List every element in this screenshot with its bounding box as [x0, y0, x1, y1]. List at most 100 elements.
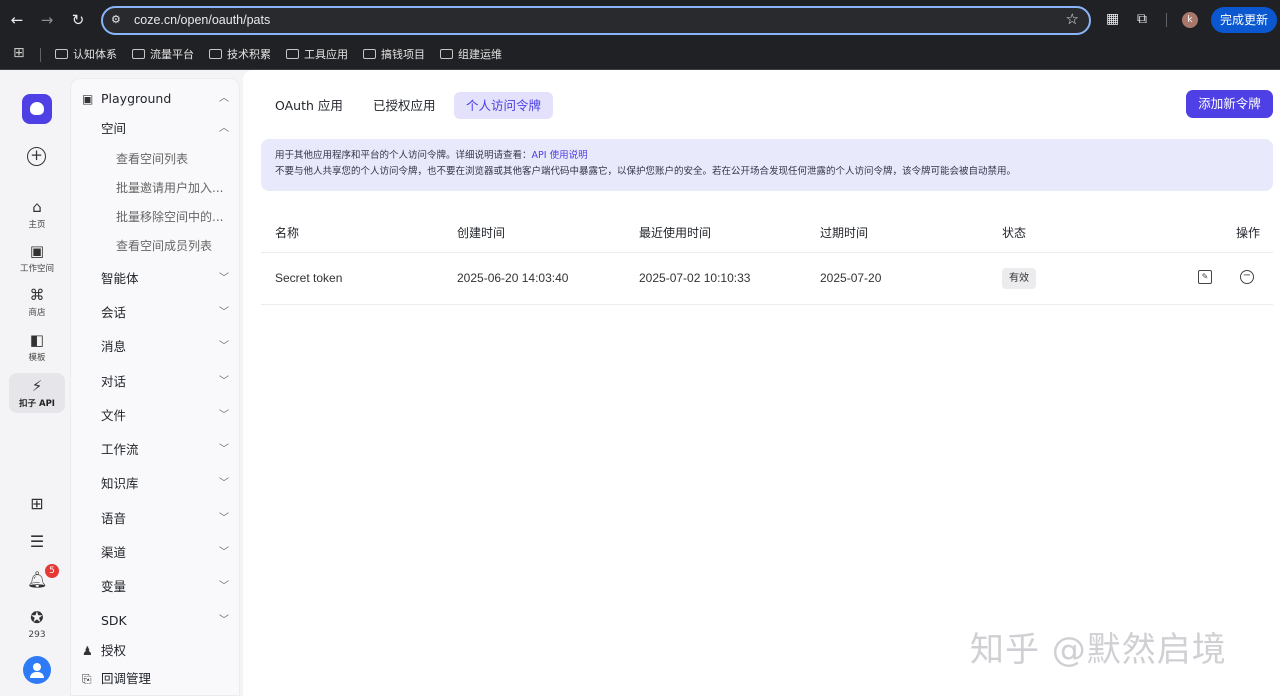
stamp-icon: ♟ [82, 644, 93, 658]
tree-section[interactable]: 文件 ﹀ [71, 405, 241, 427]
stat-count: 293 [28, 630, 46, 640]
token-name: Secret token [275, 271, 343, 285]
api-nav-tree: ▣ Playground ︿ 空间 ︿ 查看空间列表 批量邀请用户加入... 批… [70, 78, 240, 696]
reload-icon[interactable]: ↻ [68, 10, 88, 30]
folder-icon [55, 49, 68, 59]
status-badge: 有效 [1002, 268, 1036, 289]
add-token-button[interactable]: 添加新令牌 [1186, 90, 1273, 118]
bookmark-item[interactable]: 工具应用 [286, 46, 348, 62]
chevron-up-icon: ︿ [219, 93, 229, 104]
tree-auth[interactable]: ♟ 授权 [71, 640, 241, 662]
template-icon: ◧ [29, 331, 45, 349]
token-created: 2025-06-20 14:03:40 [457, 271, 569, 285]
tree-section[interactable]: SDK ﹀ [71, 610, 241, 632]
tree-section[interactable]: 工作流 ﹀ [71, 439, 241, 461]
bookmark-item[interactable]: 搞钱项目 [363, 46, 425, 62]
tab-personal-access-tokens[interactable]: 个人访问令牌 [454, 92, 554, 119]
disable-icon[interactable]: − [1240, 270, 1254, 284]
bookmark-star-icon[interactable]: ☆ [1066, 10, 1079, 28]
tab-oauth-apps[interactable]: OAuth 应用 [263, 92, 355, 119]
col-actions: 操作 [1236, 226, 1261, 240]
bookmark-item[interactable]: 认知体系 [55, 46, 117, 62]
callback-icon: ⎘ [82, 672, 92, 686]
table-row: Secret token 2025-06-20 14:03:40 2025-07… [261, 253, 1273, 305]
apps-grid-icon[interactable]: ⊞ [13, 45, 25, 61]
qr-code-icon[interactable]: ▦ [1106, 11, 1119, 27]
apps-grid-icon[interactable]: ⊞ [27, 494, 47, 513]
toolbar-divider [1166, 13, 1167, 27]
folder-icon [132, 49, 145, 59]
forward-icon[interactable]: → [37, 10, 57, 30]
bookmarks-bar: ⊞ 认知体系 流量平台 技术积累 工具应用 搞钱项目 组建运维 [0, 40, 1280, 70]
chevron-down-icon: ﹀ [219, 615, 229, 626]
store-icon: ⌘ [29, 286, 45, 304]
tree-section[interactable]: 语音 ﹀ [71, 508, 241, 530]
browser-toolbar: ← → ↻ ⚙ coze.cn/open/oauth/pats ☆ ▦ ⧉ k … [0, 0, 1280, 40]
extensions-icon[interactable]: ⧉ [1137, 11, 1147, 27]
rail-item-store[interactable]: ⌘ 商店 [9, 286, 65, 322]
col-created: 创建时间 [457, 226, 506, 240]
tree-section[interactable]: 对话 ﹀ [71, 371, 241, 393]
rail-item-workspace[interactable]: ▣ 工作空间 [9, 242, 65, 278]
api-icon: ⚡ [31, 377, 43, 395]
rail-item-api[interactable]: ⚡ 扣子 API [9, 373, 65, 413]
tree-section[interactable]: 知识库 ﹀ [71, 473, 241, 495]
address-bar[interactable]: ⚙ coze.cn/open/oauth/pats ☆ [101, 6, 1091, 35]
document-icon[interactable]: ☰ [27, 532, 47, 551]
notification-badge: 5 [45, 564, 59, 578]
profile-avatar[interactable]: k [1182, 12, 1198, 28]
chevron-down-icon: ﹀ [219, 273, 229, 284]
site-info-icon[interactable]: ⚙ [111, 13, 121, 26]
bookmark-item[interactable]: 流量平台 [132, 46, 194, 62]
chevron-up-icon: ︿ [219, 123, 229, 134]
rail-item-home[interactable]: ⌂ 主页 [9, 198, 65, 234]
app-root: + ⌂ 主页 ▣ 工作空间 ⌘ 商店 ◧ 模板 ⚡ 扣子 API ⊞ ☰ 🔔︎ … [0, 70, 1280, 696]
workspace-icon: ▣ [29, 242, 45, 260]
tree-section[interactable]: 智能体 ﹀ [71, 268, 241, 290]
tree-leaf[interactable]: 查看空间成员列表 [71, 235, 241, 257]
create-plus-icon[interactable]: + [27, 147, 46, 166]
tree-section[interactable]: 消息 ﹀ [71, 336, 241, 358]
table-header: 名称 创建时间 最近使用时间 过期时间 状态 操作 [261, 211, 1273, 253]
folder-icon [286, 49, 299, 59]
chevron-down-icon: ﹀ [219, 307, 229, 318]
folder-icon [209, 49, 222, 59]
info-notice: 用于其他应用程序和平台的个人访问令牌。详细说明请查看：API 使用说明 不要与他… [261, 139, 1273, 191]
notice-line-2: 不要与他人共享您的个人访问令牌，也不要在浏览器或其他客户端代码中暴露它，以保护您… [275, 166, 1017, 177]
folder-icon [440, 49, 453, 59]
bookmark-item[interactable]: 组建运维 [440, 46, 502, 62]
bookmark-item[interactable]: 技术积累 [209, 46, 271, 62]
user-avatar[interactable] [23, 656, 51, 684]
star-badge-icon[interactable]: ✪ [27, 608, 47, 627]
api-docs-link[interactable]: API 使用说明 [532, 150, 588, 161]
tree-section[interactable]: 渠道 ﹀ [71, 542, 241, 564]
rail-item-template[interactable]: ◧ 模板 [9, 331, 65, 367]
chevron-down-icon: ﹀ [219, 341, 229, 352]
tree-section[interactable]: 会话 ﹀ [71, 302, 241, 324]
home-icon: ⌂ [32, 198, 42, 216]
chevron-down-icon: ﹀ [219, 410, 229, 421]
folder-icon [363, 49, 376, 59]
edit-icon[interactable]: ✎ [1198, 270, 1212, 284]
tree-leaf[interactable]: 批量移除空间中的... [71, 206, 241, 228]
back-icon[interactable]: ← [7, 10, 27, 30]
update-button[interactable]: 完成更新 [1211, 7, 1277, 33]
playground-icon: ▣ [82, 92, 94, 106]
coze-logo[interactable] [22, 94, 52, 124]
address-url[interactable]: coze.cn/open/oauth/pats [134, 13, 270, 27]
icon-rail: + ⌂ 主页 ▣ 工作空间 ⌘ 商店 ◧ 模板 ⚡ 扣子 API ⊞ ☰ 🔔︎ … [0, 70, 70, 696]
chevron-down-icon: ﹀ [219, 547, 229, 558]
main-panel: OAuth 应用 已授权应用 个人访问令牌 添加新令牌 用于其他应用程序和平台的… [243, 70, 1280, 696]
tree-callback[interactable]: ⎘ 回调管理 [71, 668, 241, 690]
chevron-down-icon: ﹀ [219, 513, 229, 524]
tree-playground[interactable]: ▣ Playground ︿ [71, 88, 241, 110]
tree-space[interactable]: 空间 ︿ [71, 118, 241, 140]
bell-icon[interactable]: 🔔︎ [27, 570, 47, 589]
tree-leaf[interactable]: 查看空间列表 [71, 148, 241, 170]
tree-leaf[interactable]: 批量邀请用户加入... [71, 177, 241, 199]
col-status: 状态 [1002, 226, 1027, 240]
tab-authorized-apps[interactable]: 已授权应用 [361, 92, 448, 119]
tree-section[interactable]: 变量 ﹀ [71, 576, 241, 598]
chevron-down-icon: ﹀ [219, 581, 229, 592]
chevron-down-icon: ﹀ [219, 478, 229, 489]
